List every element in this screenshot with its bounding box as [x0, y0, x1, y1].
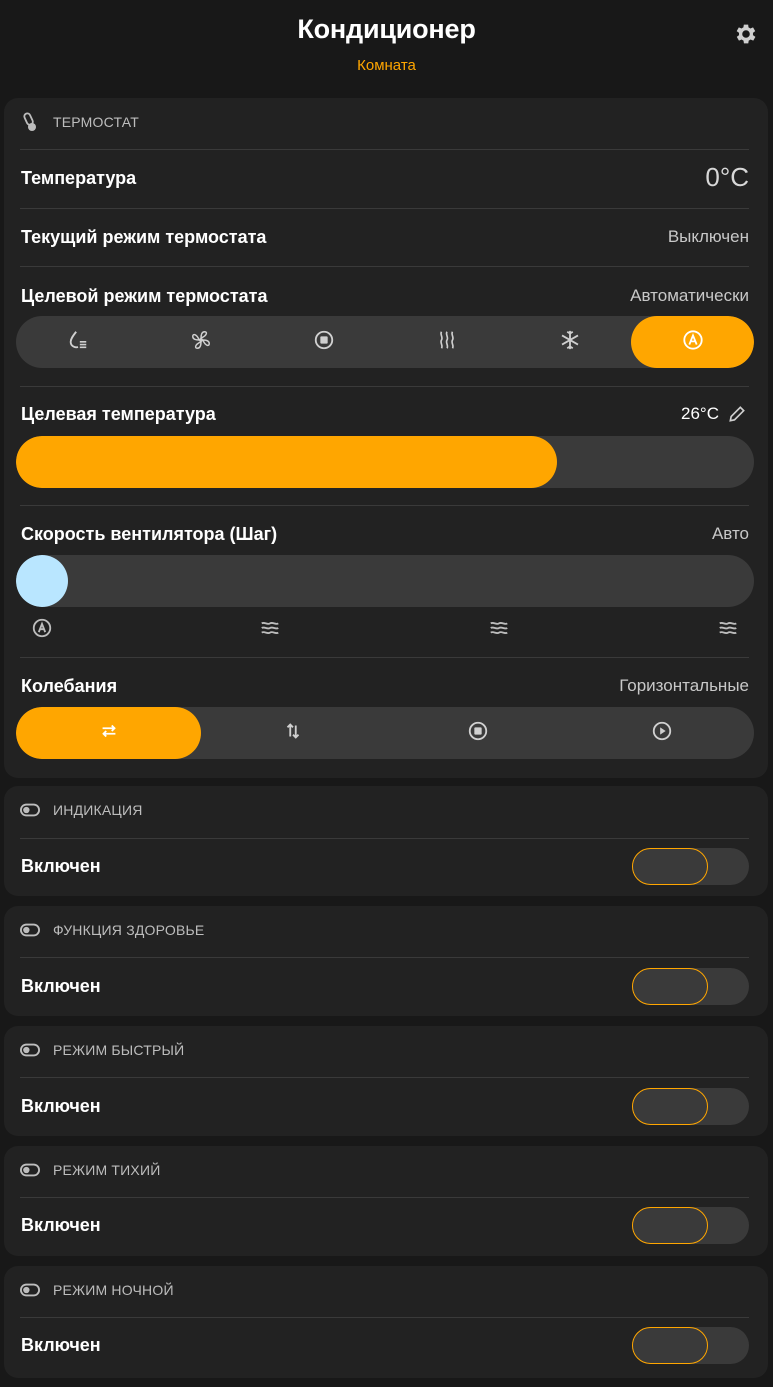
mode-fan-button[interactable] [139, 316, 262, 368]
divider [20, 266, 749, 267]
stop-icon [467, 720, 489, 747]
swing-label: Колебания [21, 676, 118, 696]
horizontal-arrows-icon [98, 720, 120, 747]
switch-card-quiet: РЕЖИМ ТИХИЙ Включен [4, 1146, 768, 1256]
switch-label: Включен [21, 976, 101, 996]
switch-card-health: ФУНКЦИЯ ЗДОРОВЬЕ Включен [4, 906, 768, 1016]
divider [20, 505, 749, 506]
night-mode-toggle[interactable] [632, 1327, 749, 1364]
temperature-value: 0°C [705, 162, 749, 192]
pencil-icon[interactable] [727, 404, 747, 424]
target-mode-value: Автоматически [630, 286, 749, 305]
room-subtitle: Комната [357, 57, 416, 74]
mode-dry-button[interactable] [16, 316, 139, 368]
target-temp-slider[interactable] [16, 436, 754, 488]
wind-icon [258, 616, 282, 640]
target-temp-slider-fill [16, 436, 557, 488]
toggle-knob [632, 848, 708, 885]
switch-title: ФУНКЦИЯ ЗДОРОВЬЕ [53, 922, 205, 938]
switch-card-header: ИНДИКАЦИЯ [20, 786, 752, 834]
fast-mode-toggle[interactable] [632, 1088, 749, 1125]
toggle-knob [632, 1327, 708, 1364]
current-mode-value: Выключен [667, 227, 749, 246]
toggle-switch-icon [20, 800, 40, 820]
swing-stop-button[interactable] [385, 707, 570, 759]
auto-icon [30, 616, 54, 640]
divider [20, 1197, 749, 1198]
divider [20, 1317, 749, 1318]
current-mode-label: Текущий режим термостата [21, 227, 267, 247]
target-temp-label: Целевая температура [21, 404, 216, 424]
toggle-switch-icon [20, 920, 40, 940]
quiet-mode-toggle[interactable] [632, 1207, 749, 1244]
target-mode-selector [16, 316, 754, 368]
fan-speed-slider-handle[interactable] [16, 555, 68, 607]
switch-label: Включен [21, 856, 101, 876]
mode-cool-button[interactable] [508, 316, 631, 368]
heat-icon [436, 329, 458, 356]
swing-value: Горизонтальные [619, 676, 749, 695]
switch-card-header: РЕЖИМ НОЧНОЙ [20, 1266, 752, 1314]
switch-card-night: РЕЖИМ НОЧНОЙ Включен [4, 1266, 768, 1378]
target-mode-label: Целевой режим термостата [21, 286, 268, 306]
fan-speed-slider[interactable] [16, 555, 754, 607]
mode-auto-button[interactable] [631, 316, 754, 368]
divider [20, 208, 749, 209]
divider [20, 838, 749, 839]
thermostat-card-header: ТЕРМОСТАТ [20, 98, 752, 146]
thermostat-section-title: ТЕРМОСТАТ [53, 114, 139, 130]
switch-label: Включен [21, 1215, 101, 1235]
gear-icon[interactable] [733, 21, 759, 47]
toggle-knob [632, 1207, 708, 1244]
header: Кондиционер Комната [0, 0, 773, 96]
swing-selector [16, 707, 754, 759]
dry-icon [67, 329, 89, 356]
fan-speed-label: Скорость вентилятора (Шаг) [21, 524, 278, 544]
auto-icon [682, 329, 704, 356]
vertical-arrows-icon [282, 720, 304, 747]
swing-play-button[interactable] [570, 707, 754, 759]
page-title: Кондиционер [297, 14, 476, 44]
fan-icon [190, 329, 212, 356]
off-icon [313, 329, 335, 356]
switch-card-header: ФУНКЦИЯ ЗДОРОВЬЕ [20, 906, 752, 954]
divider [20, 386, 749, 387]
toggle-switch-icon [20, 1040, 40, 1060]
switch-title: РЕЖИМ БЫСТРЫЙ [53, 1042, 185, 1058]
wind-icon [487, 616, 511, 640]
divider [20, 957, 749, 958]
switch-card-indication: ИНДИКАЦИЯ Включен [4, 786, 768, 896]
temperature-label: Температура [21, 168, 137, 188]
switch-label: Включен [21, 1096, 101, 1116]
switch-card-fast: РЕЖИМ БЫСТРЫЙ Включен [4, 1026, 768, 1136]
toggle-switch-icon [20, 1160, 40, 1180]
toggle-knob [632, 968, 708, 1005]
toggle-knob [632, 1088, 708, 1125]
switch-label: Включен [21, 1335, 101, 1355]
play-icon [651, 720, 673, 747]
divider [20, 149, 749, 150]
swing-vertical-button[interactable] [201, 707, 385, 759]
fan-speed-step-icons [16, 616, 754, 640]
switch-card-header: РЕЖИМ БЫСТРЫЙ [20, 1026, 752, 1074]
target-temp-value: 26°C [681, 404, 719, 423]
indication-toggle[interactable] [632, 848, 749, 885]
health-toggle[interactable] [632, 968, 749, 1005]
toggle-switch-icon [20, 1280, 40, 1300]
swing-horizontal-button[interactable] [16, 707, 201, 759]
cool-icon [559, 329, 581, 356]
switch-title: ИНДИКАЦИЯ [53, 802, 143, 818]
thermometer-icon [20, 112, 40, 132]
mode-heat-button[interactable] [385, 316, 508, 368]
wind-icon [716, 616, 740, 640]
mode-off-button[interactable] [262, 316, 385, 368]
switch-card-header: РЕЖИМ ТИХИЙ [20, 1146, 752, 1194]
divider [20, 1077, 749, 1078]
switch-title: РЕЖИМ ТИХИЙ [53, 1162, 161, 1178]
divider [20, 657, 749, 658]
switch-title: РЕЖИМ НОЧНОЙ [53, 1282, 174, 1298]
thermostat-card: ТЕРМОСТАТ Температура 0°C Текущий режим … [4, 98, 768, 778]
fan-speed-value: Авто [711, 524, 749, 543]
